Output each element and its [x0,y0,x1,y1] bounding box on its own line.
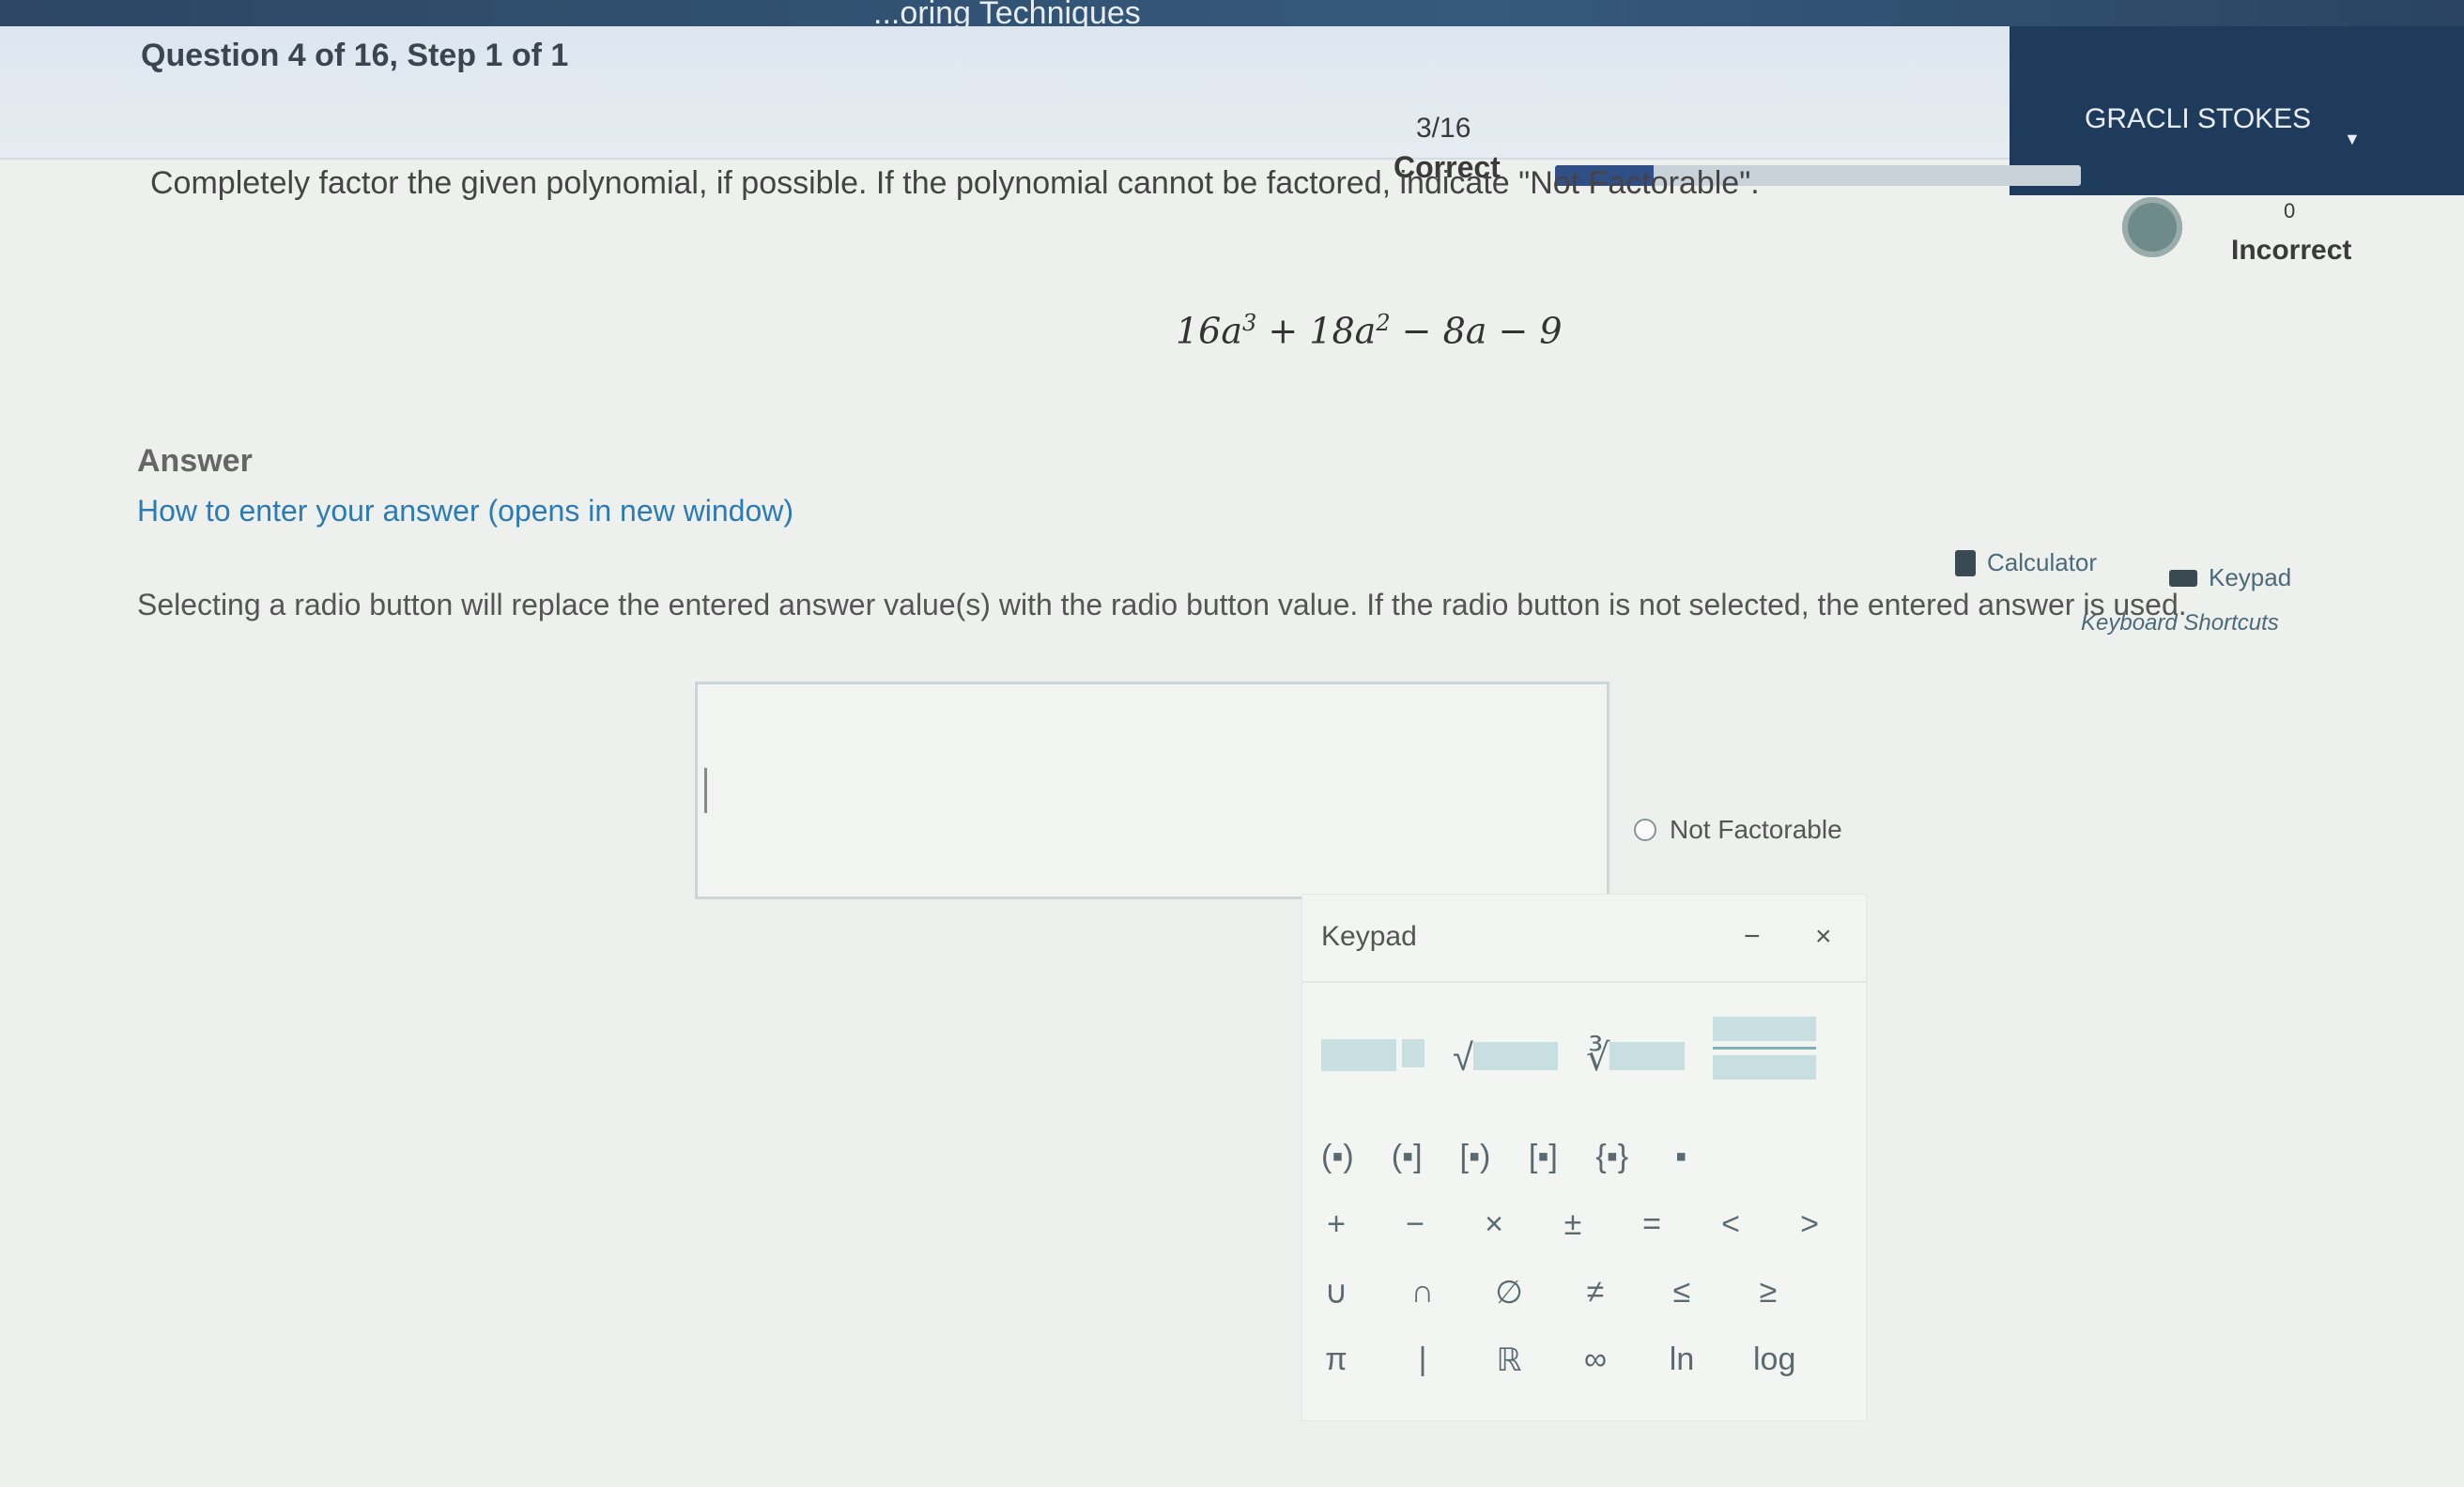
keypad-button[interactable]: Keypad [2169,563,2291,592]
bracket-row: (▪) (▪] [▪) [▪] {▪} ▪ [1321,1139,1696,1175]
constant-row: π | ℝ ∞ ln log [1321,1341,1795,1379]
keyboard-icon [2169,569,2197,587]
assignment-title: ...oring Techniques [873,0,1141,31]
how-to-enter-link[interactable]: How to enter your answer (opens in new w… [137,494,793,529]
keypad-key[interactable]: ≠ [1580,1274,1610,1311]
poly-term: − 8a − 9 [1390,310,1563,352]
poly-exponent: 3 [1242,310,1257,336]
minimize-icon[interactable]: − [1744,921,1761,953]
keypad-key[interactable]: ▪ [1666,1139,1696,1175]
keypad-key[interactable]: × [1479,1206,1509,1243]
poly-term: 16a [1176,310,1243,352]
question-info: Question 4 of 16, Step 1 of 1 [141,38,569,73]
calculator-label: Calculator [1987,548,2098,576]
operator-row: + − × ± = < > [1321,1206,1825,1243]
poly-term: + 18a [1256,310,1377,352]
nth-root-key[interactable]: ∛ [1586,1036,1686,1080]
keypad-key[interactable]: > [1794,1206,1825,1243]
question-prompt: Completely factor the given polynomial, … [150,165,1760,201]
calculator-icon [1955,549,1976,576]
keypad-key[interactable]: (▪] [1392,1139,1423,1175]
keypad-key[interactable]: ∞ [1580,1341,1610,1379]
radio-button[interactable] [1634,819,1656,841]
keypad-title: Keypad [1321,921,1417,952]
user-name[interactable]: GRACLI STOKES [2085,103,2311,135]
not-factorable-option[interactable]: Not Factorable [1634,815,1842,845]
keypad-panel: Keypad − × √ ∛ (▪) (▪] [▪) [▪] {▪} ▪ + − × ± = < > … [1301,894,1867,1421]
answer-label: Answer [137,443,253,479]
keypad-key[interactable]: ∪ [1321,1274,1351,1311]
keypad-key[interactable]: [▪] [1528,1139,1558,1175]
close-icon[interactable]: × [1815,921,1832,953]
keypad-key[interactable]: = [1637,1206,1667,1243]
keypad-key[interactable]: − [1400,1206,1430,1243]
keypad-key[interactable]: ≥ [1753,1274,1783,1311]
avatar [2122,197,2182,257]
keypad-key[interactable]: ln [1667,1341,1697,1379]
keypad-key[interactable]: [▪) [1460,1139,1491,1175]
set-row: ∪ ∩ ∅ ≠ ≤ ≥ [1321,1274,1783,1311]
calculator-button[interactable]: Calculator [1955,548,2097,577]
keypad-key[interactable]: ∩ [1408,1274,1438,1311]
keypad-key[interactable]: ∅ [1494,1274,1524,1311]
keypad-key[interactable]: | [1408,1341,1438,1379]
keypad-key[interactable]: log [1753,1341,1795,1379]
keypad-label: Keypad [2209,563,2292,591]
keypad-key[interactable]: {▪} [1595,1139,1628,1175]
exponent-key[interactable] [1321,1039,1424,1080]
answer-input[interactable] [695,682,1609,899]
fraction-key[interactable] [1713,1017,1817,1080]
keypad-key[interactable]: ≤ [1667,1274,1697,1311]
text-cursor [704,768,707,813]
keypad-key[interactable]: + [1321,1206,1351,1243]
keypad-key[interactable]: ℝ [1494,1341,1524,1379]
keypad-key[interactable]: (▪) [1321,1139,1354,1175]
poly-exponent: 2 [1376,310,1391,336]
polynomial-expression: 16a3 + 18a2 − 8a − 9 [1176,310,1563,352]
divider [1302,981,1866,983]
sqrt-key[interactable]: √ [1453,1037,1558,1080]
radio-notice: Selecting a radio button will replace th… [137,588,2187,621]
top-bar: ...oring Techniques [0,0,2464,31]
keypad-key[interactable]: < [1716,1206,1746,1243]
radio-label: Not Factorable [1670,815,1842,844]
score-fraction: 3/16 [1416,113,1471,144]
incorrect-label: Incorrect [2231,235,2352,266]
keypad-key[interactable]: ± [1558,1206,1588,1243]
keypad-key[interactable]: π [1321,1341,1351,1379]
template-row: √ ∛ [1321,1017,1817,1080]
caret-down-icon[interactable]: ▼ [2344,130,2361,149]
incorrect-count: 0 [2284,199,2296,222]
